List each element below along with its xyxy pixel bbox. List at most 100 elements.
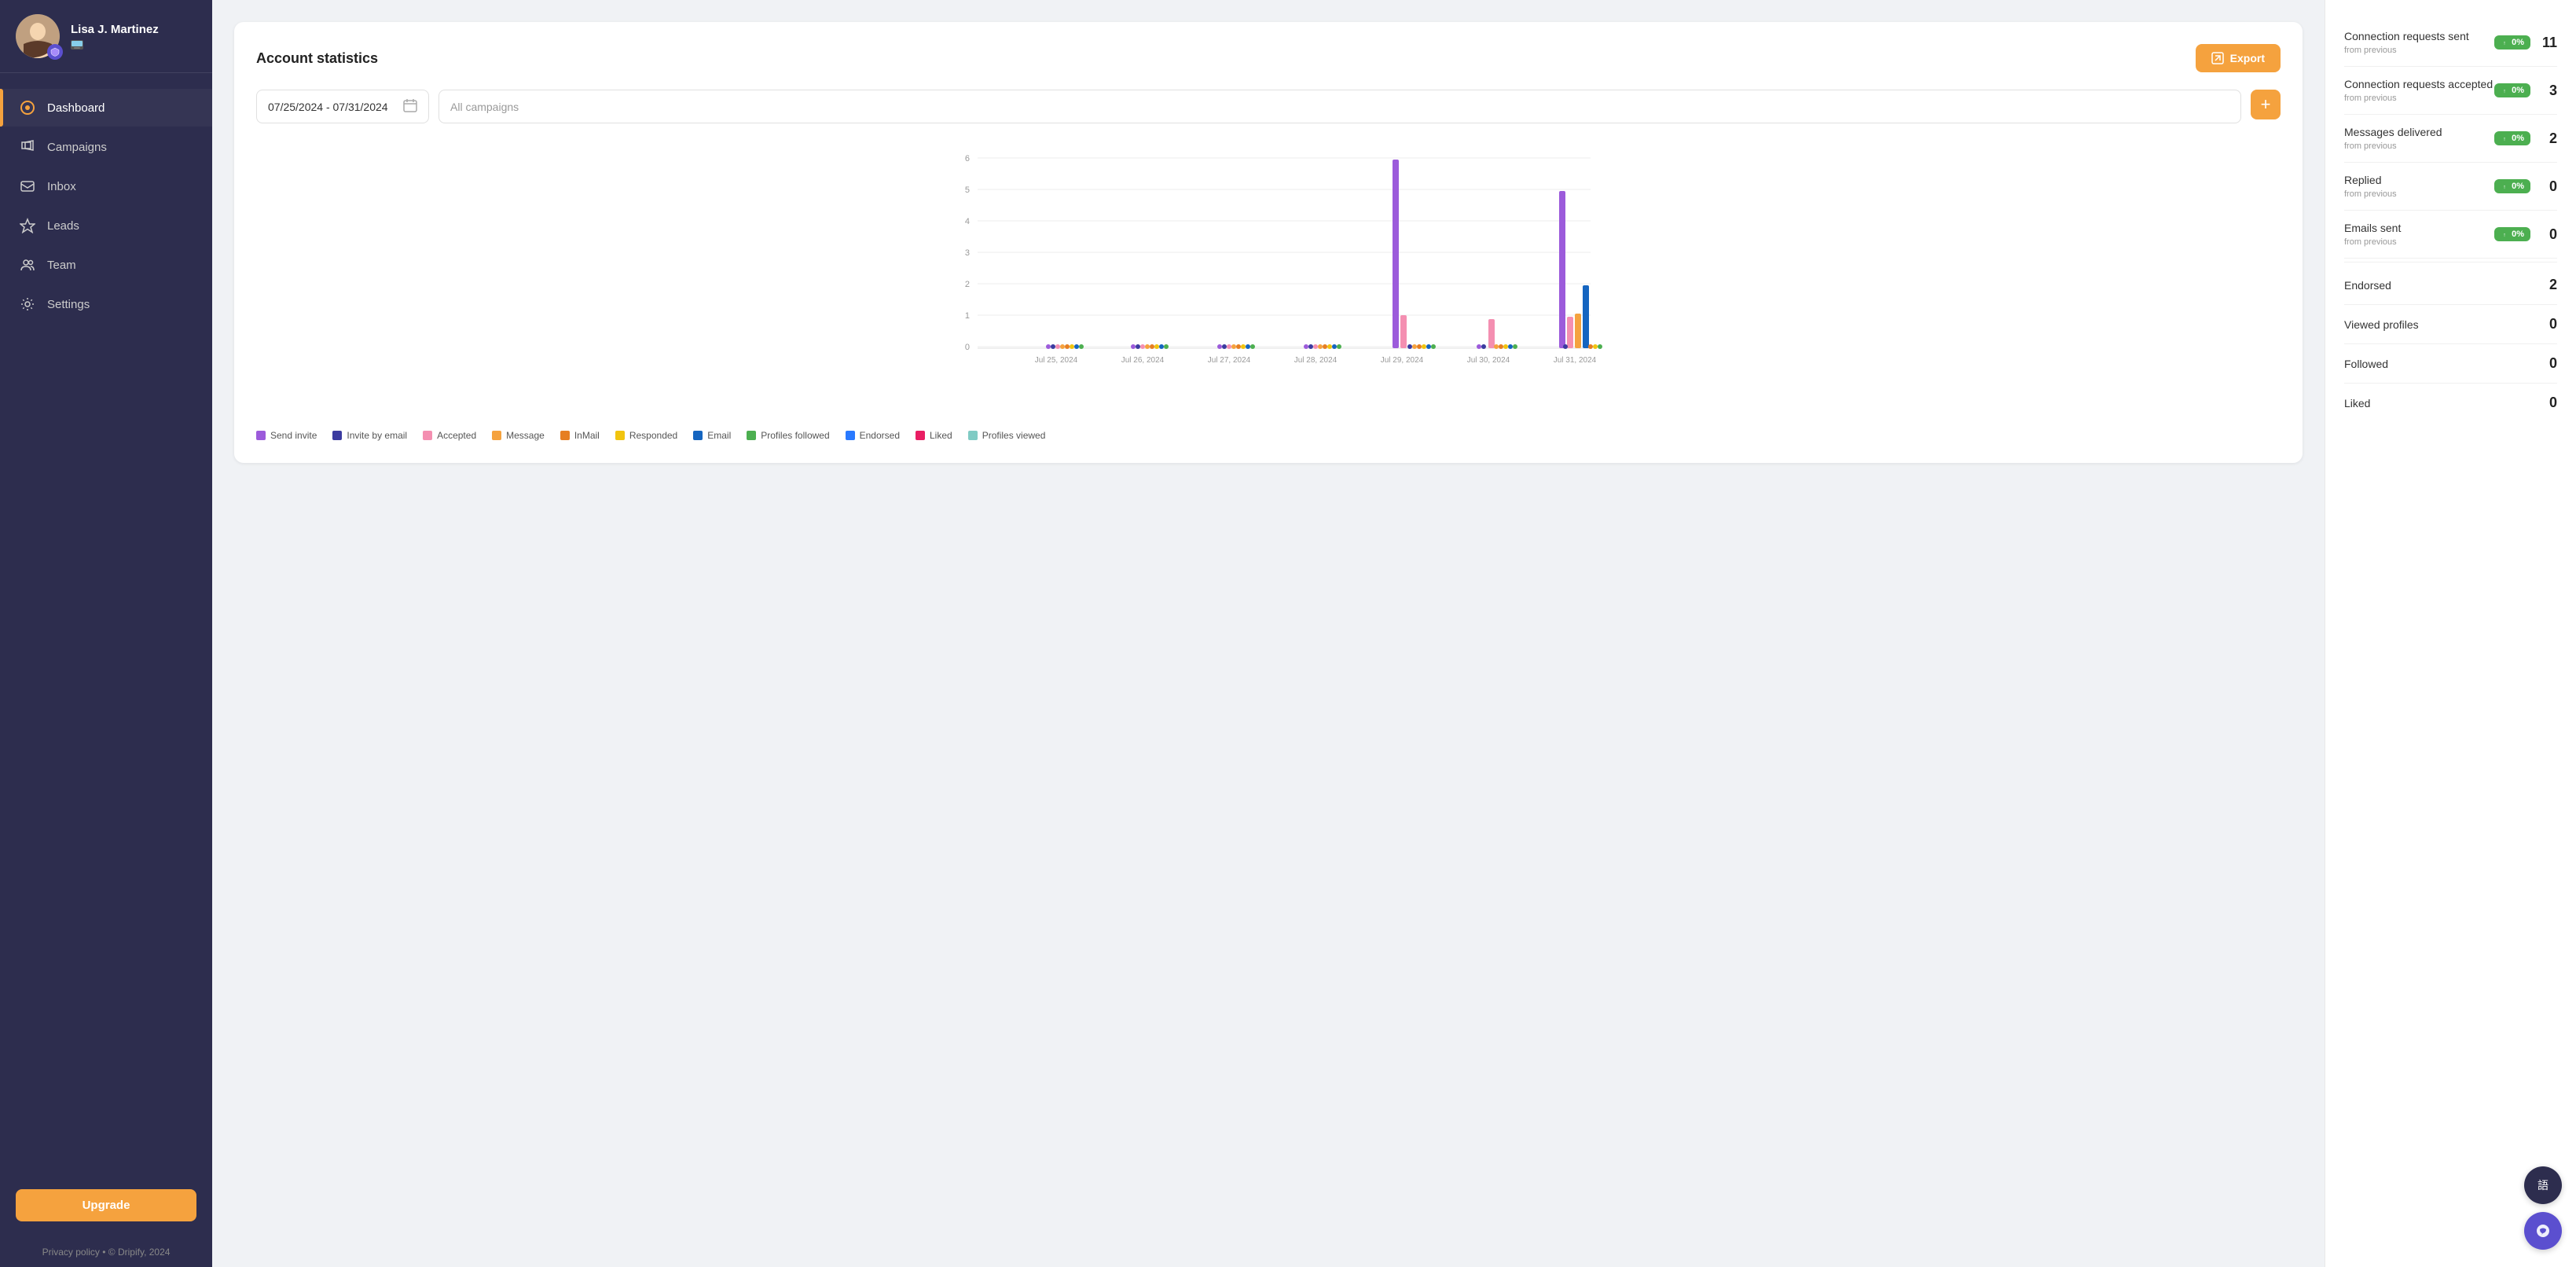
legend-endorsed: Endorsed <box>846 430 900 441</box>
sidebar-item-team[interactable]: Team <box>0 246 212 284</box>
svg-text:↑: ↑ <box>2503 41 2506 46</box>
upgrade-button[interactable]: Upgrade <box>16 1189 196 1221</box>
stat-sub: from previous <box>2344 189 2397 199</box>
legend-email: Email <box>693 430 731 441</box>
svg-text:0: 0 <box>965 343 970 352</box>
sidebar-item-dashboard[interactable]: Dashboard <box>0 89 212 127</box>
stat-simple-value: 2 <box>2549 277 2557 293</box>
chart-section: Account statistics Export 07/25/2024 - 0… <box>212 0 2325 1267</box>
stat-value: 3 <box>2538 83 2557 99</box>
svg-text:6: 6 <box>965 154 970 163</box>
translate-float-button[interactable]: 語 <box>2524 1166 2562 1204</box>
svg-text:1: 1 <box>965 311 970 321</box>
legend-inmail: InMail <box>560 430 600 441</box>
stat-value: 11 <box>2538 35 2557 51</box>
stat-right: ↑ 0% 2 <box>2494 130 2557 147</box>
stat-label-wrap: Replied from previous <box>2344 174 2397 199</box>
chart-card: Account statistics Export 07/25/2024 - 0… <box>234 22 2303 463</box>
svg-text:4: 4 <box>965 217 970 226</box>
stat-row-connection-accepted: Connection requests accepted from previo… <box>2344 67 2557 115</box>
chart-legend: Send invite Invite by email Accepted Mes… <box>256 420 2281 441</box>
sidebar-item-leads[interactable]: Leads <box>0 207 212 244</box>
svg-text:↑: ↑ <box>2503 233 2506 238</box>
stat-simple-label: Liked <box>2344 397 2370 409</box>
svg-text:Jul 28, 2024: Jul 28, 2024 <box>1294 356 1338 365</box>
svg-text:Jul 26, 2024: Jul 26, 2024 <box>1121 356 1165 365</box>
stat-value: 0 <box>2538 226 2557 243</box>
legend-responded: Responded <box>615 430 677 441</box>
sidebar-nav: Dashboard Campaigns Inbox Leads <box>0 73 212 1173</box>
stat-label: Connection requests sent <box>2344 30 2469 42</box>
svg-text:5: 5 <box>965 185 970 195</box>
legend-dot <box>968 431 978 440</box>
stat-row-endorsed: Endorsed 2 <box>2344 266 2557 305</box>
svg-text:3: 3 <box>965 248 970 258</box>
legend-message: Message <box>492 430 545 441</box>
stat-sub: from previous <box>2344 141 2442 151</box>
legend-label: Send invite <box>270 430 317 441</box>
stat-row-connection-sent: Connection requests sent from previous ↑… <box>2344 19 2557 67</box>
stat-value: 2 <box>2538 130 2557 147</box>
stat-label: Emails sent <box>2344 222 2401 234</box>
legend-label: InMail <box>574 430 600 441</box>
legend-label: Message <box>506 430 545 441</box>
sidebar-footer: Privacy policy • © Dripify, 2024 <box>0 1237 212 1267</box>
sidebar-item-inbox[interactable]: Inbox <box>0 167 212 205</box>
stat-row-followed: Followed 0 <box>2344 344 2557 384</box>
stat-label-wrap: Emails sent from previous <box>2344 222 2401 247</box>
stat-sub: from previous <box>2344 237 2401 247</box>
legend-dot <box>492 431 501 440</box>
badge-icon: ↑ <box>2501 182 2508 190</box>
stat-right: ↑ 0% 3 <box>2494 83 2557 99</box>
legend-invite-by-email: Invite by email <box>332 430 407 441</box>
add-filter-button[interactable]: + <box>2251 90 2281 119</box>
legend-dot <box>560 431 570 440</box>
stat-row-liked: Liked 0 <box>2344 384 2557 422</box>
chart-header: Account statistics Export <box>256 44 2281 72</box>
inbox-icon <box>19 178 36 195</box>
stat-badge: ↑ 0% <box>2494 131 2530 145</box>
legend-dot <box>256 431 266 440</box>
stat-badge: ↑ 0% <box>2494 179 2530 193</box>
stat-row-emails-sent: Emails sent from previous ↑ 0% 0 <box>2344 211 2557 259</box>
stat-label: Replied <box>2344 174 2397 186</box>
stat-simple-value: 0 <box>2549 395 2557 411</box>
legend-label: Profiles viewed <box>982 430 1046 441</box>
sidebar-item-label: Dashboard <box>47 101 105 115</box>
svg-text:Jul 31, 2024: Jul 31, 2024 <box>1554 356 1597 365</box>
badge-icon: ↑ <box>2501 39 2508 46</box>
sidebar-item-label: Team <box>47 259 76 272</box>
chat-icon <box>2534 1222 2552 1239</box>
shield-badge <box>47 44 63 60</box>
stat-label: Messages delivered <box>2344 126 2442 138</box>
stat-badge: ↑ 0% <box>2494 83 2530 97</box>
svg-text:2: 2 <box>965 280 970 289</box>
sidebar-item-campaigns[interactable]: Campaigns <box>0 128 212 166</box>
legend-dot <box>846 431 855 440</box>
campaign-filter[interactable]: All campaigns <box>439 90 2241 123</box>
badge-icon: ↑ <box>2501 86 2508 94</box>
team-icon <box>19 256 36 274</box>
sidebar-item-label: Campaigns <box>47 141 107 154</box>
chart-svg: 0 1 2 3 4 5 6 Jul 25, 2024 Jul 26, 2024 … <box>256 142 2281 378</box>
date-range-filter[interactable]: 07/25/2024 - 07/31/2024 <box>256 90 429 123</box>
stat-badge: ↑ 0% <box>2494 227 2530 241</box>
svg-text:Jul 29, 2024: Jul 29, 2024 <box>1381 356 1424 365</box>
chat-float-button[interactable] <box>2524 1212 2562 1250</box>
legend-label: Profiles followed <box>761 430 829 441</box>
legend-dot <box>332 431 342 440</box>
stat-simple-label: Followed <box>2344 358 2388 370</box>
date-range-text: 07/25/2024 - 07/31/2024 <box>268 101 388 113</box>
leads-icon <box>19 217 36 234</box>
stat-right: ↑ 0% 11 <box>2494 35 2557 51</box>
legend-dot <box>747 431 756 440</box>
profile-info: Lisa J. Martinez <box>71 23 159 50</box>
stat-sub: from previous <box>2344 94 2493 103</box>
campaigns-icon <box>19 138 36 156</box>
stat-simple-value: 0 <box>2549 355 2557 372</box>
svg-text:↑: ↑ <box>2503 137 2506 142</box>
export-button[interactable]: Export <box>2196 44 2281 72</box>
svg-text:↑: ↑ <box>2503 185 2506 190</box>
stats-sidebar: Connection requests sent from previous ↑… <box>2325 0 2576 1267</box>
sidebar-item-settings[interactable]: Settings <box>0 285 212 323</box>
